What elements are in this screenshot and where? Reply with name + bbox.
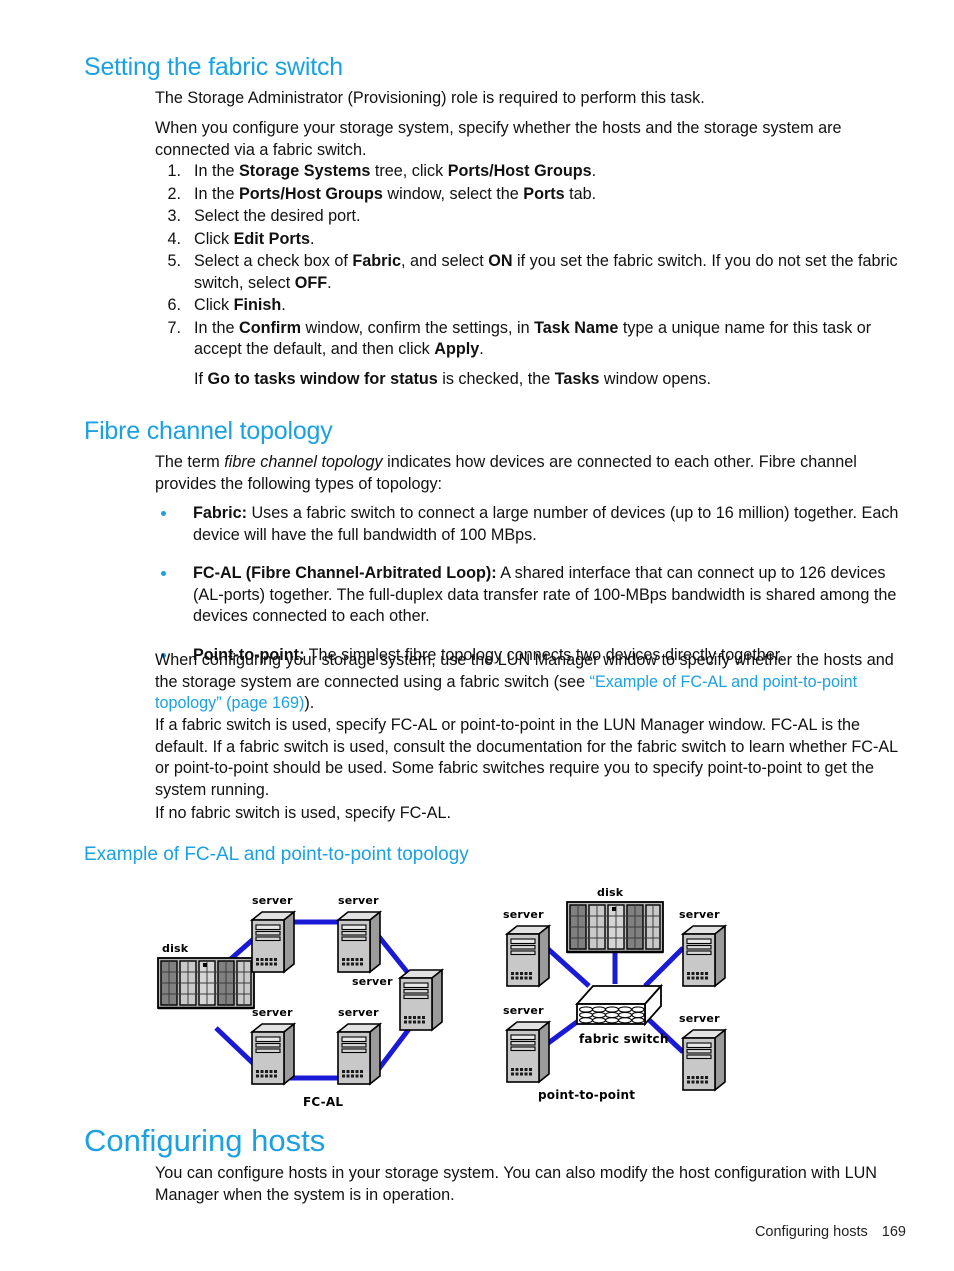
point-to-point-topology-group (506, 900, 726, 1091)
p2p-server-icon-1 (506, 925, 550, 987)
p2p-server-icon-3 (506, 1021, 550, 1083)
section3-paragraph-1: You can configure hosts in your storage … (155, 1164, 877, 1204)
p2p-disk-icon (565, 900, 665, 954)
bullet-dot-icon (161, 571, 166, 576)
step-item: 6. Click Finish. (155, 295, 915, 317)
p2p-server-icon-4 (682, 1029, 726, 1091)
bullet-dot-icon (161, 511, 166, 516)
section2-paragraph-5: If no fabric switch is used, specify FC-… (155, 804, 451, 822)
p2p-caption: point-to-point (538, 1088, 636, 1102)
document-page: Setting the fabric switch The Storage Ad… (0, 0, 954, 1271)
p2p-server-icon-2 (682, 925, 726, 987)
fcal-disk-label: disk (162, 942, 189, 955)
section2-paragraph-4: If a fabric switch is used, specify FC-A… (155, 716, 898, 799)
fabric-switch-label: fabric switch (579, 1032, 669, 1046)
fcal-server-icon-5 (251, 1023, 295, 1085)
bullet-item-fabric: Fabric: Uses a fabric switch to connect … (155, 503, 900, 546)
step-text: Select a check box of Fabric, and select… (194, 252, 898, 292)
section1-paragraph-1: The Storage Administrator (Provisioning)… (155, 89, 705, 107)
setting-fabric-switch-steps: 1. In the Storage Systems tree, click Po… (155, 161, 915, 391)
fcal-server-label-5: server (252, 1006, 293, 1019)
fcal-server-label-3: server (352, 975, 393, 988)
bullet-text: Fabric: Uses a fabric switch to connect … (193, 504, 899, 544)
section1-paragraph-2: When you configure your storage system, … (155, 119, 842, 159)
step-substep: If Go to tasks window for status is chec… (194, 369, 712, 388)
p2p-server-label-3: server (503, 1004, 544, 1017)
step-text: Select the desired port. (194, 207, 361, 225)
step-item: 7. In the Confirm window, confirm the se… (155, 318, 915, 391)
section-heading-fibre-channel-topology: Fibre channel topology (84, 417, 333, 445)
p2p-server-label-4: server (679, 1012, 720, 1025)
fcal-disk-icon (156, 956, 256, 1010)
section2-paragraph-3: When configuring your storage system, us… (155, 650, 900, 715)
bullet-item-fcal: FC-AL (Fibre Channel-Arbitrated Loop): A… (155, 563, 900, 628)
p2p-server-label-2: server (679, 908, 720, 921)
step-number: 5. (167, 252, 181, 270)
step-number: 4. (167, 229, 181, 248)
p2p-server-label-1: server (503, 908, 544, 921)
fcal-caption: FC-AL (303, 1095, 344, 1109)
fcal-server-icon-3 (399, 969, 443, 1031)
p2p-disk-label: disk (597, 886, 624, 899)
fabric-switch-icon (576, 985, 662, 1025)
fcal-topology-group (156, 911, 443, 1085)
step-text: In the Confirm window, confirm the setti… (194, 318, 872, 359)
step-number: 3. (167, 207, 181, 225)
step-text: Click Finish. (194, 296, 286, 314)
step-text: In the Storage Systems tree, click Ports… (194, 162, 597, 180)
section-heading-configuring-hosts: Configuring hosts (84, 1123, 326, 1158)
section-heading-setting-fabric-switch: Setting the fabric switch (84, 53, 344, 81)
section2-intro: The term fibre channel topology indicate… (155, 453, 857, 493)
step-text: In the Ports/Host Groups window, select … (194, 184, 597, 203)
step-number: 2. (167, 184, 181, 203)
step-item: 3. Select the desired port. (155, 206, 915, 228)
fcal-server-label-1: server (252, 894, 293, 907)
step-number: 6. (167, 296, 181, 314)
fcal-server-icon-2 (337, 911, 381, 973)
figure-heading-example-topology: Example of FC-AL and point-to-point topo… (84, 844, 469, 865)
footer-chapter-title: Configuring hosts (754, 1224, 868, 1240)
step-item: 5. Select a check box of Fabric, and sel… (155, 251, 915, 294)
step-number: 1. (167, 162, 181, 180)
fcal-server-label-4: server (338, 1006, 379, 1019)
fcal-server-icon-1 (251, 911, 295, 973)
page-footer: Configuring hosts 169 (0, 1224, 906, 1240)
fcal-server-icon-4 (337, 1023, 381, 1085)
step-item: 2. In the Ports/Host Groups window, sele… (155, 184, 915, 206)
footer-page-number: 169 (881, 1224, 906, 1240)
step-number: 7. (167, 318, 181, 337)
topology-figure: disk server server server server server … (140, 880, 820, 1115)
step-item: 4. Click Edit Ports. (155, 229, 915, 251)
paragraph-trail-text: ). (304, 694, 315, 712)
fcal-server-label-2: server (338, 894, 379, 907)
bullet-text: FC-AL (Fibre Channel-Arbitrated Loop): A… (193, 564, 897, 625)
step-item: 1. In the Storage Systems tree, click Po… (155, 161, 915, 183)
step-text: Click Edit Ports. (194, 229, 315, 248)
